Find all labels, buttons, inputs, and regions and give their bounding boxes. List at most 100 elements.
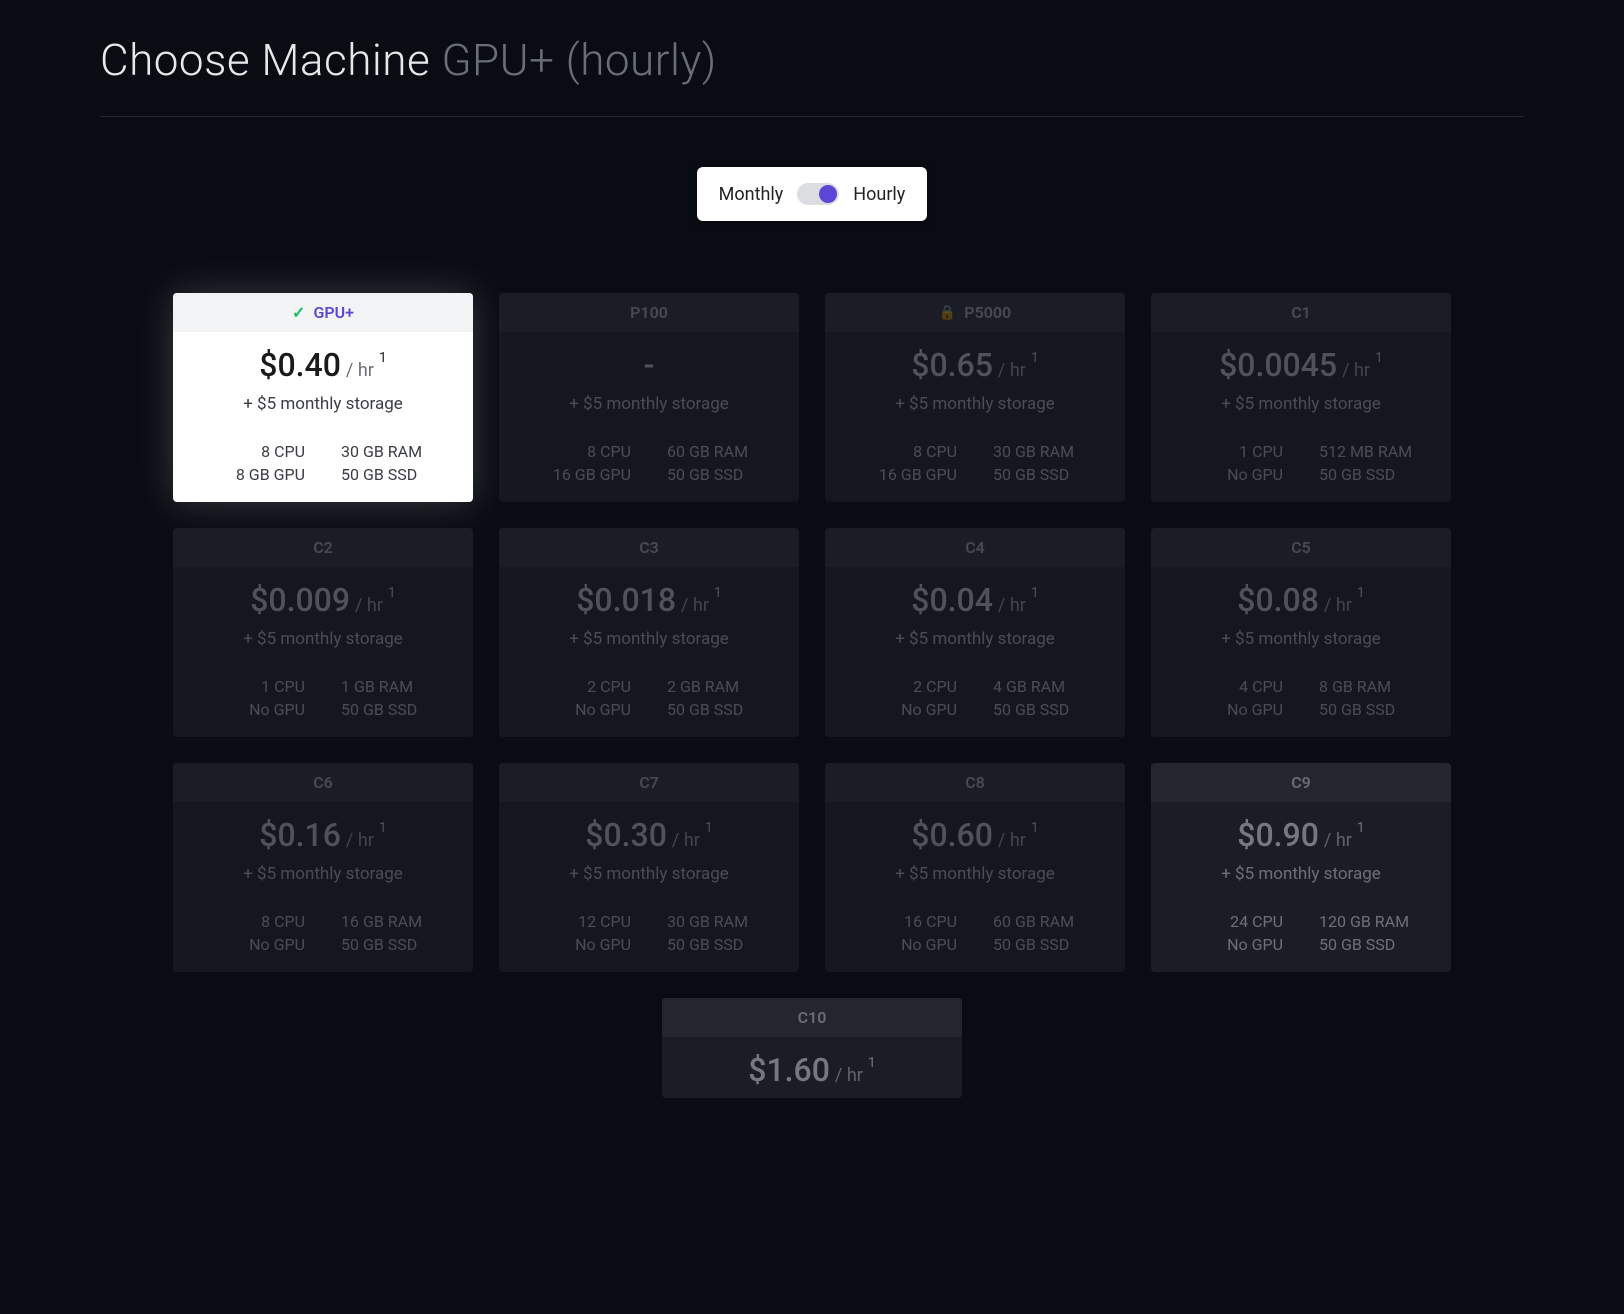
price-line: $0.40/ hr1 — [185, 346, 461, 384]
machine-card-c1[interactable]: C1$0.0045/ hr1+ $5 monthly storage1 CPU5… — [1151, 293, 1451, 502]
spec-ram: 8 GB RAM — [1315, 677, 1439, 696]
machine-card-gpuplus[interactable]: ✓GPU+$0.40/ hr1+ $5 monthly storage8 CPU… — [173, 293, 473, 502]
price-line: $0.16/ hr1 — [185, 816, 461, 854]
spec-grid: 8 CPU30 GB RAM8 GB GPU50 GB SSD — [185, 442, 461, 484]
price-footnote: 1 — [1357, 820, 1365, 836]
price-line: $0.30/ hr1 — [511, 816, 787, 854]
spec-gpu: 16 GB GPU — [511, 465, 635, 484]
card-header: C7 — [499, 763, 799, 802]
machine-card-c10[interactable]: C10 $1.60/ hr1+ $5 monthly storage32 CPU2… — [662, 998, 962, 1098]
card-name: P100 — [630, 303, 668, 322]
spec-cpu: 8 CPU — [837, 442, 961, 461]
card-name: C1 — [1291, 303, 1311, 322]
price-value: $0.009 — [250, 581, 350, 619]
card-name: C10 — [798, 1008, 827, 1027]
spec-gpu: No GPU — [1163, 935, 1287, 954]
price-unit: / hr — [672, 830, 700, 851]
price-footnote: 1 — [1031, 350, 1039, 366]
spec-cpu: 8 CPU — [185, 912, 309, 931]
price-value: $0.65 — [911, 346, 993, 384]
billing-toggle[interactable]: Monthly Hourly — [697, 167, 928, 221]
page-title-sub: GPU+ (hourly) — [441, 34, 716, 86]
machine-card-p5000[interactable]: 🔒P5000$0.65/ hr1+ $5 monthly storage8 CP… — [825, 293, 1125, 502]
price-line: $0.018/ hr1 — [511, 581, 787, 619]
spec-ram: 2 GB RAM — [663, 677, 787, 696]
toggle-knob — [819, 185, 837, 203]
spec-grid: 1 CPU1 GB RAMNo GPU50 GB SSD — [185, 677, 461, 719]
price-footnote: 1 — [379, 350, 387, 366]
card-name: C3 — [639, 538, 659, 557]
spec-cpu: 12 CPU — [511, 912, 635, 931]
spec-grid: 4 CPU8 GB RAMNo GPU50 GB SSD — [1163, 677, 1439, 719]
spec-gpu: No GPU — [511, 935, 635, 954]
price-footnote: 1 — [714, 585, 722, 601]
machine-card-c6[interactable]: C6$0.16/ hr1+ $5 monthly storage8 CPU16 … — [173, 763, 473, 972]
card-body: -+ $5 monthly storage8 CPU60 GB RAM16 GB… — [499, 332, 799, 502]
price-footnote: 1 — [379, 820, 387, 836]
card-body: $0.009/ hr1+ $5 monthly storage1 CPU1 GB… — [173, 567, 473, 737]
machine-card-c2[interactable]: C2$0.009/ hr1+ $5 monthly storage1 CPU1 … — [173, 528, 473, 737]
machine-card-c7[interactable]: C7$0.30/ hr1+ $5 monthly storage12 CPU30… — [499, 763, 799, 972]
storage-note: + $5 monthly storage — [1163, 394, 1439, 414]
price-unit: / hr — [1342, 360, 1370, 381]
card-header: C5 — [1151, 528, 1451, 567]
page-title: Choose Machine GPU+ (hourly) — [100, 20, 1524, 116]
spec-ram: 30 GB RAM — [989, 442, 1113, 461]
card-body: $1.60/ hr1+ $5 monthly storage32 CPU244 … — [662, 1037, 962, 1098]
spec-gpu: No GPU — [185, 700, 309, 719]
spec-ssd: 50 GB SSD — [337, 935, 461, 954]
toggle-switch[interactable] — [797, 183, 839, 205]
machine-card-c3[interactable]: C3$0.018/ hr1+ $5 monthly storage2 CPU2 … — [499, 528, 799, 737]
machine-card-c4[interactable]: C4$0.04/ hr1+ $5 monthly storage2 CPU4 G… — [825, 528, 1125, 737]
card-name: C5 — [1291, 538, 1311, 557]
storage-note: + $5 monthly storage — [185, 864, 461, 884]
toggle-label-hourly[interactable]: Hourly — [853, 184, 905, 205]
storage-note: + $5 monthly storage — [185, 394, 461, 414]
spec-ssd: 50 GB SSD — [989, 935, 1113, 954]
card-name: GPU+ — [313, 303, 353, 322]
spec-ssd: 50 GB SSD — [1315, 465, 1439, 484]
check-icon: ✓ — [292, 303, 305, 322]
card-header: C10 — [662, 998, 962, 1037]
price-unit: / hr — [355, 595, 383, 616]
price-value: $0.0045 — [1219, 346, 1337, 384]
price-unit: / hr — [998, 830, 1026, 851]
card-name: C9 — [1291, 773, 1311, 792]
price-line: $0.90/ hr1 — [1163, 816, 1439, 854]
price-footnote: 1 — [388, 585, 396, 601]
card-body: $0.60/ hr1+ $5 monthly storage16 CPU60 G… — [825, 802, 1125, 972]
card-body: $0.16/ hr1+ $5 monthly storage8 CPU16 GB… — [173, 802, 473, 972]
card-header: C8 — [825, 763, 1125, 802]
machine-card-p100[interactable]: P100 -+ $5 monthly storage8 CPU60 GB RAM1… — [499, 293, 799, 502]
price-unit: / hr — [998, 595, 1026, 616]
spec-gpu: No GPU — [1163, 465, 1287, 484]
storage-note: + $5 monthly storage — [185, 629, 461, 649]
card-header: P100 — [499, 293, 799, 332]
price-unit: / hr — [998, 360, 1026, 381]
spec-grid: 2 CPU4 GB RAMNo GPU50 GB SSD — [837, 677, 1113, 719]
spec-ram: 4 GB RAM — [989, 677, 1113, 696]
spec-ssd: 50 GB SSD — [1315, 700, 1439, 719]
price-unit: / hr — [346, 360, 374, 381]
spec-grid: 24 CPU120 GB RAMNo GPU50 GB SSD — [1163, 912, 1439, 954]
price-value: $0.018 — [576, 581, 676, 619]
spec-cpu: 4 CPU — [1163, 677, 1287, 696]
storage-note: + $5 monthly storage — [837, 629, 1113, 649]
machine-card-c5[interactable]: C5$0.08/ hr1+ $5 monthly storage4 CPU8 G… — [1151, 528, 1451, 737]
toggle-label-monthly[interactable]: Monthly — [719, 184, 784, 205]
price-line: $0.0045/ hr1 — [1163, 346, 1439, 384]
machine-card-c8[interactable]: C8$0.60/ hr1+ $5 monthly storage16 CPU60… — [825, 763, 1125, 972]
card-header: 🔒P5000 — [825, 293, 1125, 332]
spec-cpu: 24 CPU — [1163, 912, 1287, 931]
storage-note: + $5 monthly storage — [511, 629, 787, 649]
price-footnote: 1 — [1031, 820, 1039, 836]
machine-card-c9[interactable]: C9$0.90/ hr1+ $5 monthly storage24 CPU12… — [1151, 763, 1451, 972]
card-header: C4 — [825, 528, 1125, 567]
spec-ssd: 50 GB SSD — [989, 465, 1113, 484]
spec-gpu: No GPU — [185, 935, 309, 954]
card-name: C6 — [313, 773, 333, 792]
spec-grid: 8 CPU30 GB RAM16 GB GPU50 GB SSD — [837, 442, 1113, 484]
spec-ram: 1 GB RAM — [337, 677, 461, 696]
spec-ram: 30 GB RAM — [663, 912, 787, 931]
card-name: C2 — [313, 538, 333, 557]
